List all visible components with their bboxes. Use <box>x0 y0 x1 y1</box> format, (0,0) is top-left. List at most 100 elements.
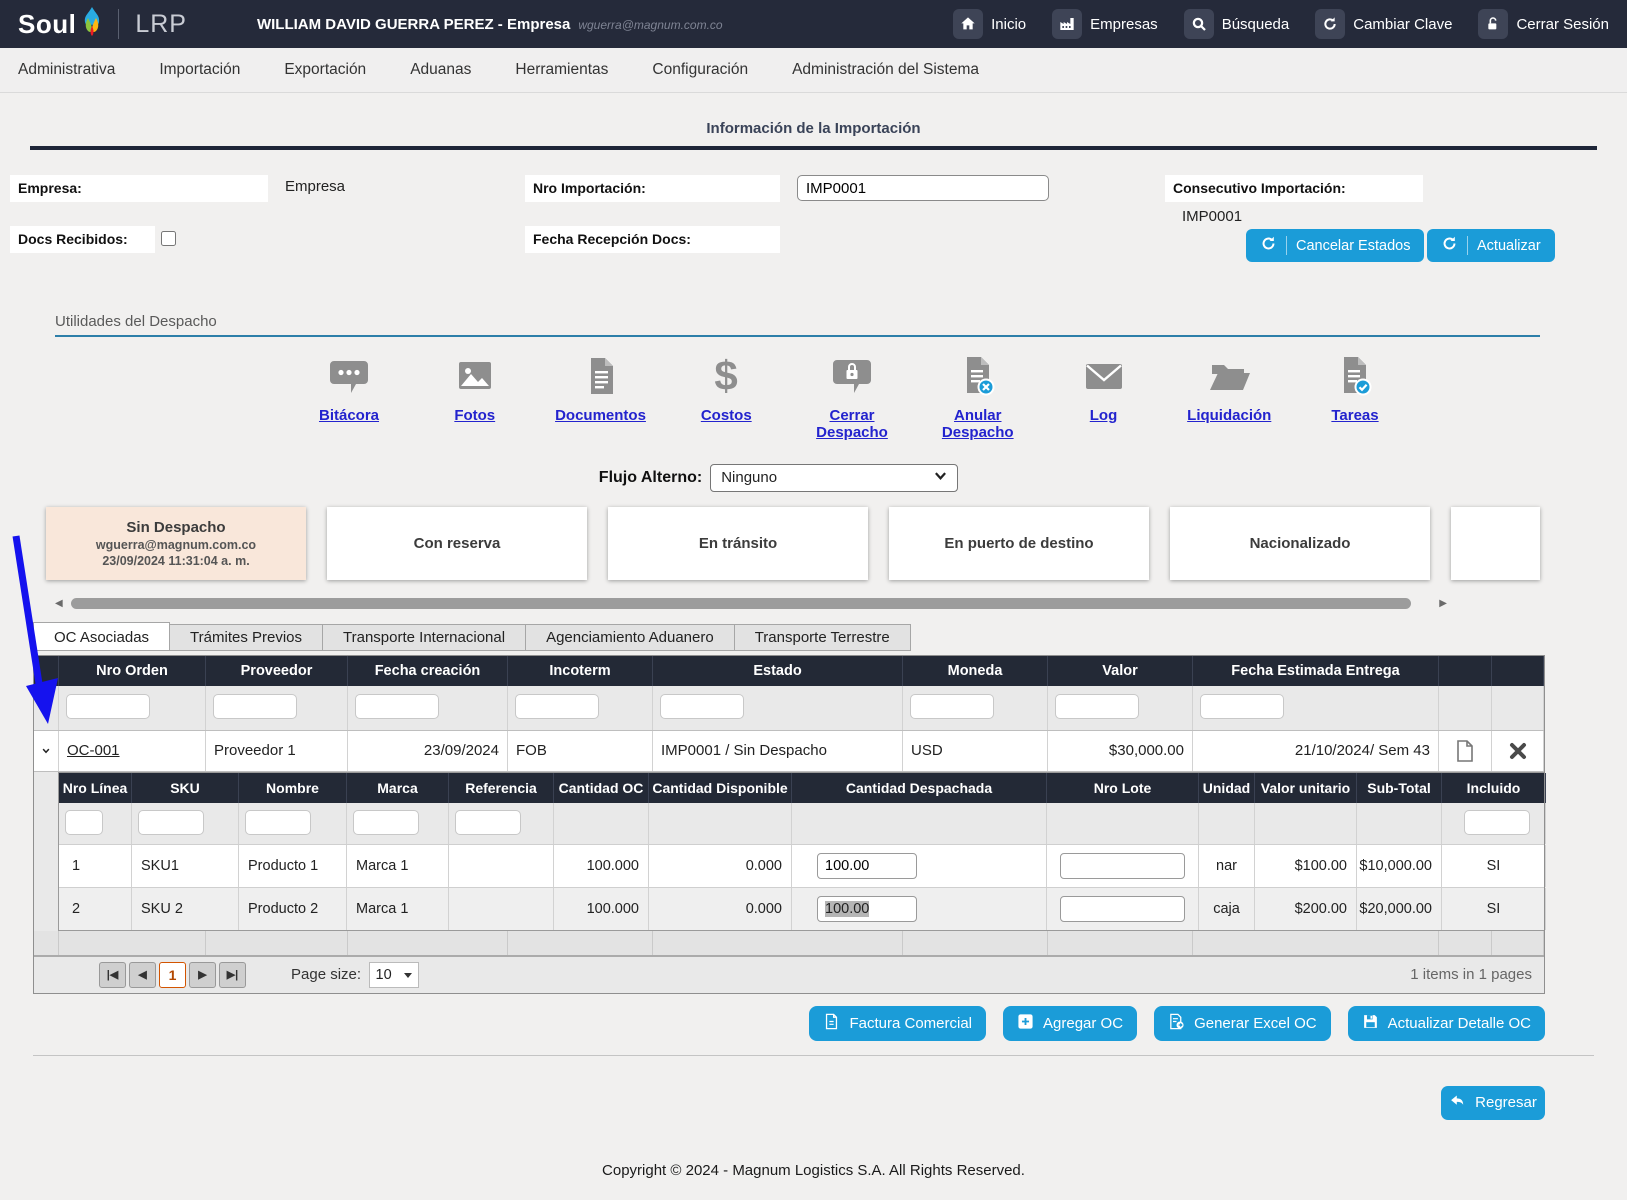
estado-en-puerto[interactable]: En puerto de destino <box>889 507 1149 580</box>
filter-marca[interactable] <box>353 810 419 835</box>
menu-admin-sistema[interactable]: Administración del Sistema <box>792 61 979 79</box>
col-fecha-entrega[interactable]: Fecha Estimada Entrega <box>1193 656 1439 686</box>
factura-comercial-button[interactable]: Factura Comercial <box>809 1006 986 1041</box>
flujo-alterno-select[interactable]: Ninguno <box>710 464 958 492</box>
col-marca[interactable]: Marca <box>347 773 449 803</box>
estado-box-partial[interactable] <box>1451 507 1540 580</box>
util-anular-despacho[interactable]: Anular Despacho <box>921 353 1035 442</box>
menu-configuracion[interactable]: Configuración <box>652 61 748 79</box>
col-nro-lote[interactable]: Nro Lote <box>1047 773 1199 803</box>
col-sub-total[interactable]: Sub-Total <box>1357 773 1442 803</box>
filter-fecha-entrega[interactable] <box>1200 694 1284 719</box>
util-log[interactable]: Log <box>1047 353 1161 442</box>
menu-administrativa[interactable]: Administrativa <box>18 61 115 79</box>
nav-cambiar-clave[interactable]: Cambiar Clave <box>1315 9 1452 39</box>
nav-empresas[interactable]: Empresas <box>1052 9 1158 39</box>
nro-importacion-input[interactable] <box>797 175 1049 201</box>
regresar-button[interactable]: Regresar <box>1441 1086 1545 1120</box>
col-nombre[interactable]: Nombre <box>239 773 347 803</box>
agregar-oc-button[interactable]: Agregar OC <box>1003 1006 1137 1041</box>
pdf-icon[interactable] <box>1439 731 1492 771</box>
util-documentos[interactable]: Documentos <box>544 353 658 442</box>
scrollbar-thumb[interactable] <box>71 598 1411 609</box>
filter-cell <box>1492 686 1544 730</box>
filter-incluido[interactable] <box>1464 810 1530 835</box>
app-logo[interactable]: Soul LRP <box>18 6 187 43</box>
tab-transporte-internacional[interactable]: Transporte Internacional <box>323 624 526 651</box>
brand-divider <box>118 9 119 39</box>
col-valor[interactable]: Valor <box>1048 656 1193 686</box>
col-estado[interactable]: Estado <box>653 656 903 686</box>
last-page-button[interactable]: ▶| <box>219 962 246 988</box>
tab-agenciamiento-aduanero[interactable]: Agenciamiento Aduanero <box>526 624 735 651</box>
util-liquidacion[interactable]: Liquidación <box>1172 353 1286 442</box>
filter-nombre[interactable] <box>245 810 311 835</box>
col-incoterm[interactable]: Incoterm <box>508 656 653 686</box>
col-moneda[interactable]: Moneda <box>903 656 1048 686</box>
col-sku[interactable]: SKU <box>132 773 239 803</box>
estado-en-transito[interactable]: En tránsito <box>608 507 868 580</box>
menu-herramientas[interactable]: Herramientas <box>515 61 608 79</box>
filter-fecha-creacion[interactable] <box>355 694 439 719</box>
generar-excel-button[interactable]: Generar Excel OC <box>1154 1006 1331 1041</box>
row-expand-toggle[interactable] <box>34 731 59 771</box>
estado-user: wguerra@magnum.com.co <box>96 538 256 552</box>
util-costos[interactable]: $ Costos <box>669 353 783 442</box>
filter-sku[interactable] <box>138 810 204 835</box>
menu-importacion[interactable]: Importación <box>159 61 240 79</box>
util-cerrar-despacho[interactable]: Cerrar Despacho <box>795 353 909 442</box>
actualizar-button[interactable]: Actualizar <box>1427 229 1555 262</box>
tab-oc-asociadas[interactable]: OC Asociadas <box>33 622 170 651</box>
filter-proveedor[interactable] <box>213 694 297 719</box>
filter-moneda[interactable] <box>910 694 994 719</box>
menu-aduanas[interactable]: Aduanas <box>410 61 471 79</box>
col-nro-orden[interactable]: Nro Orden <box>59 656 206 686</box>
filter-referencia[interactable] <box>455 810 521 835</box>
util-tareas[interactable]: Tareas <box>1298 353 1412 442</box>
util-fotos[interactable]: Fotos <box>418 353 532 442</box>
menu-exportacion[interactable]: Exportación <box>284 61 366 79</box>
filter-nro-linea[interactable] <box>65 810 103 835</box>
filter-valor[interactable] <box>1055 694 1139 719</box>
next-page-button[interactable]: ▶ <box>189 962 216 988</box>
docs-recibidos-checkbox[interactable] <box>161 231 176 246</box>
col-unidad[interactable]: Unidad <box>1199 773 1255 803</box>
filter-nro-orden[interactable] <box>66 694 150 719</box>
util-bitacora[interactable]: Bitácora <box>292 353 406 442</box>
nav-busqueda[interactable]: Búsqueda <box>1184 9 1290 39</box>
horizontal-scrollbar[interactable]: ◀ ▶ <box>55 597 1447 610</box>
scroll-right-icon[interactable]: ▶ <box>1439 597 1447 610</box>
cantidad-despachada-input[interactable] <box>817 853 917 879</box>
cancelar-estados-button[interactable]: Cancelar Estados <box>1246 229 1424 262</box>
actualizar-detalle-button[interactable]: Actualizar Detalle OC <box>1348 1006 1545 1041</box>
col-incluido[interactable]: Incluido <box>1442 773 1546 803</box>
col-proveedor[interactable]: Proveedor <box>206 656 348 686</box>
current-page-button[interactable]: 1 <box>159 962 186 988</box>
prev-page-button[interactable]: ◀ <box>129 962 156 988</box>
oc-number-link[interactable]: OC-001 <box>67 742 120 759</box>
scroll-left-icon[interactable]: ◀ <box>55 597 63 610</box>
first-page-button[interactable]: |◀ <box>99 962 126 988</box>
page-size-select[interactable]: 10 <box>369 962 419 988</box>
col-cantidad-oc[interactable]: Cantidad OC <box>554 773 649 803</box>
filter-estado[interactable] <box>660 694 744 719</box>
util-cerrar-despacho-label: Cerrar Despacho <box>795 407 909 442</box>
col-cantidad-despachada[interactable]: Cantidad Despachada <box>792 773 1047 803</box>
delete-row-icon[interactable] <box>1492 731 1544 771</box>
nav-inicio[interactable]: Inicio <box>953 9 1026 39</box>
filter-incoterm[interactable] <box>515 694 599 719</box>
tab-transporte-terrestre[interactable]: Transporte Terrestre <box>735 624 911 651</box>
cantidad-despachada-input[interactable]: 100.00 <box>817 896 917 922</box>
estado-nacionalizado[interactable]: Nacionalizado <box>1170 507 1430 580</box>
nro-lote-input[interactable] <box>1060 896 1185 922</box>
col-fecha-creacion[interactable]: Fecha creación <box>348 656 508 686</box>
col-nro-linea[interactable]: Nro Línea <box>59 773 132 803</box>
nav-cerrar-sesion[interactable]: Cerrar Sesión <box>1478 9 1609 39</box>
tab-tramites-previos[interactable]: Trámites Previos <box>170 624 323 651</box>
nro-lote-input[interactable] <box>1060 853 1185 879</box>
col-referencia[interactable]: Referencia <box>449 773 554 803</box>
col-cantidad-disponible[interactable]: Cantidad Disponible <box>649 773 792 803</box>
estado-con-reserva[interactable]: Con reserva <box>327 507 587 580</box>
col-valor-unitario[interactable]: Valor unitario <box>1255 773 1357 803</box>
estado-sin-despacho[interactable]: Sin Despacho wguerra@magnum.com.co 23/09… <box>46 507 306 580</box>
